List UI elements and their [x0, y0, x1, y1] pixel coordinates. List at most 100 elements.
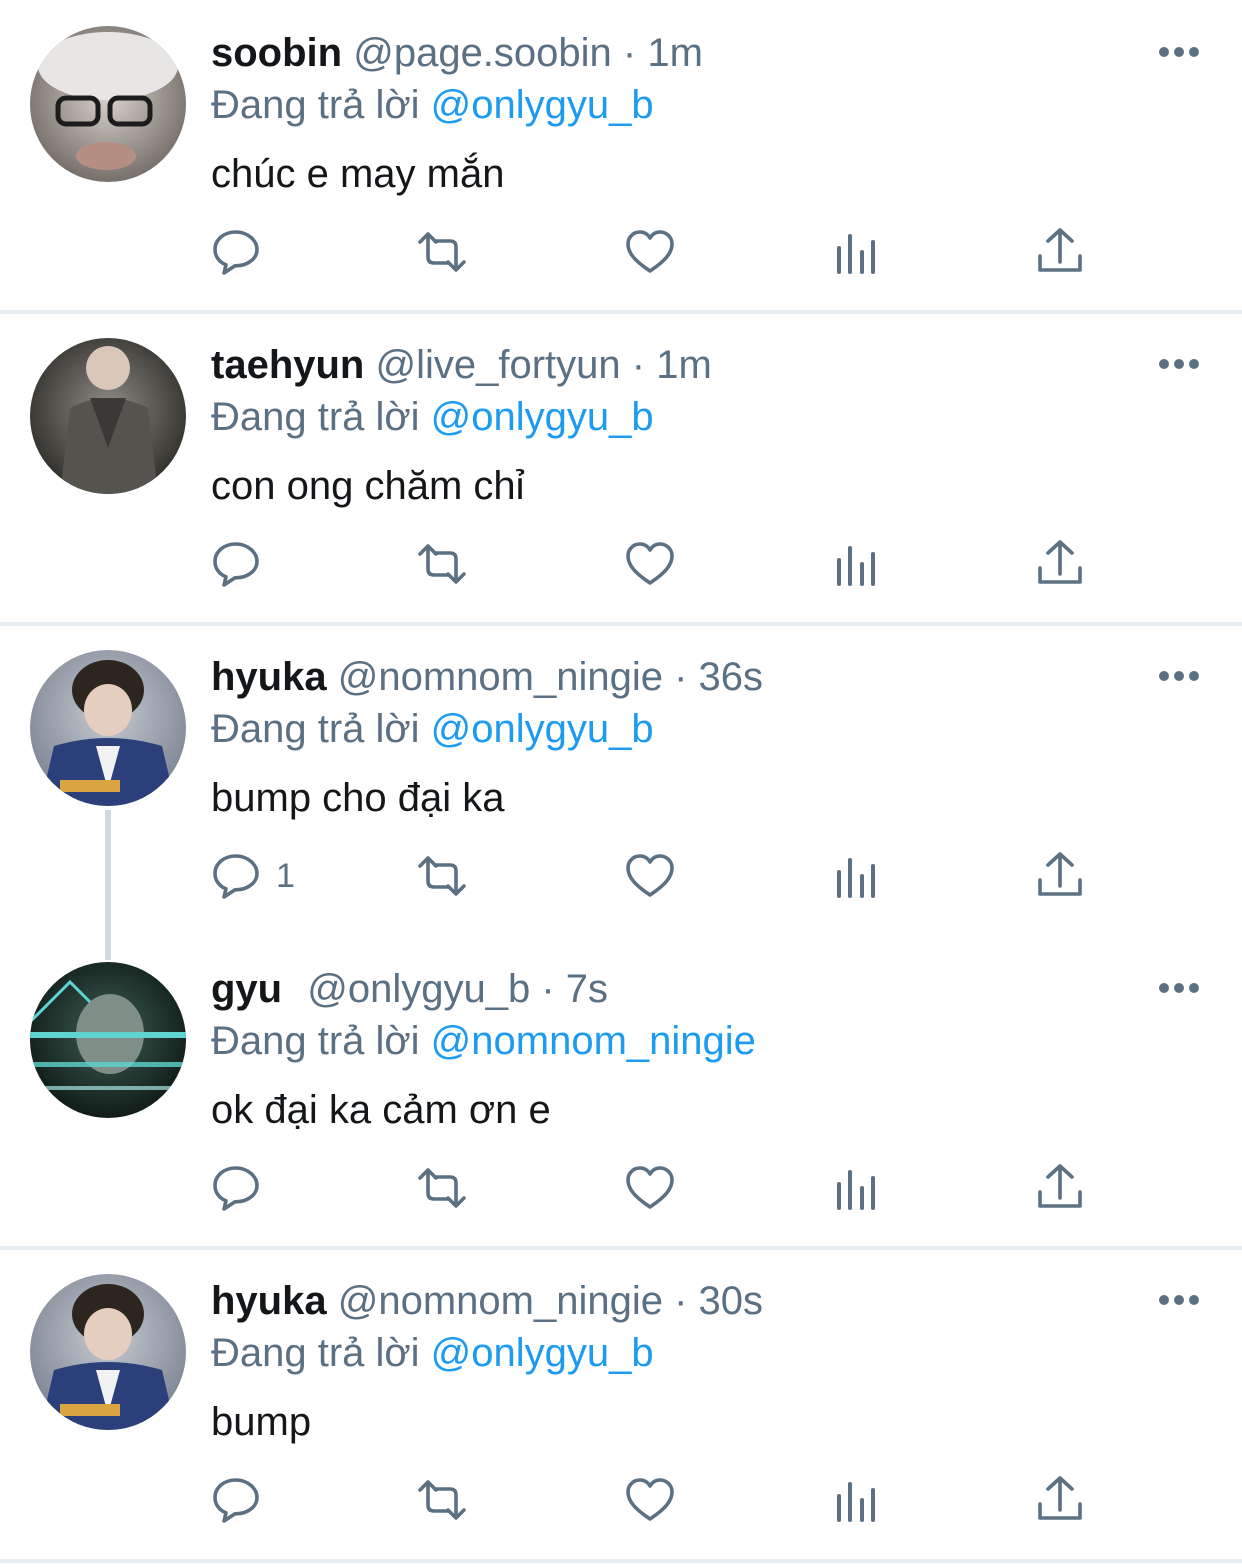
bar-chart-icon: [837, 234, 875, 274]
avatar[interactable]: [30, 962, 186, 1118]
user-handle[interactable]: @live_fortyun: [375, 343, 620, 387]
action-bar: [0, 1460, 1242, 1540]
tweet[interactable]: hyuka @nomnom_ningie · 36s Đang trả lời …: [0, 624, 1242, 936]
avatar[interactable]: [30, 338, 186, 494]
replying-to-line: Đang trả lời @onlygyu_b: [211, 392, 654, 442]
bar-chart-icon: [837, 1170, 875, 1210]
retweet-icon: [418, 232, 466, 272]
user-handle[interactable]: @nomnom_ningie: [338, 1279, 663, 1323]
retweet-icon: [418, 1480, 466, 1520]
display-name[interactable]: hyuka: [211, 655, 327, 699]
replying-to-line: Đang trả lời @onlygyu_b: [211, 704, 654, 754]
share-icon: [1038, 540, 1082, 584]
action-bar: [0, 212, 1242, 292]
display-name[interactable]: taehyun: [211, 343, 364, 387]
divider: [0, 1559, 1242, 1563]
action-bar: [0, 1148, 1242, 1228]
retweet-button[interactable]: [416, 1162, 468, 1214]
reply-button[interactable]: [210, 1474, 276, 1526]
separator: ·: [622, 31, 637, 75]
share-button[interactable]: [1034, 1162, 1086, 1214]
like-button[interactable]: [624, 538, 676, 590]
replying-to-link[interactable]: @onlygyu_b: [431, 83, 654, 127]
display-name[interactable]: gyu: [211, 967, 282, 1011]
more-options-icon[interactable]: [1158, 350, 1200, 378]
user-handle[interactable]: @nomnom_ningie: [338, 655, 663, 699]
retweet-button[interactable]: [416, 1474, 468, 1526]
share-button[interactable]: [1034, 226, 1086, 278]
like-button[interactable]: [624, 1162, 676, 1214]
tweet-text: bump: [211, 1400, 312, 1444]
timestamp[interactable]: 1m: [647, 31, 703, 75]
tweet-header: hyuka @nomnom_ningie · 30s: [211, 1276, 763, 1326]
reply-icon: [213, 1166, 259, 1211]
reply-icon: [213, 542, 259, 587]
timestamp[interactable]: 1m: [656, 343, 712, 387]
user-handle[interactable]: @page.soobin: [353, 31, 612, 75]
timestamp[interactable]: 30s: [699, 1279, 764, 1323]
retweet-icon: [418, 856, 466, 896]
reply-button[interactable]: 1: [210, 850, 295, 902]
share-button[interactable]: [1034, 850, 1086, 902]
bar-chart-icon: [837, 858, 875, 898]
more-options-icon[interactable]: [1158, 662, 1200, 690]
timestamp[interactable]: 7s: [566, 967, 608, 1011]
like-button[interactable]: [624, 226, 676, 278]
tweet-header: hyuka @nomnom_ningie · 36s: [211, 652, 763, 702]
avatar[interactable]: [30, 1274, 186, 1430]
timestamp[interactable]: 36s: [699, 655, 764, 699]
avatar[interactable]: [30, 26, 186, 182]
replying-to-link[interactable]: @onlygyu_b: [431, 1331, 654, 1375]
replying-label: Đang trả lời: [211, 1019, 420, 1063]
views-button[interactable]: [830, 850, 882, 902]
heart-icon: [626, 1166, 674, 1209]
replying-to-line: Đang trả lời @nomnom_ningie: [211, 1016, 756, 1066]
replying-label: Đang trả lời: [211, 395, 420, 439]
views-button[interactable]: [830, 1162, 882, 1214]
reply-button[interactable]: [210, 226, 276, 278]
avatar[interactable]: [30, 650, 186, 806]
views-button[interactable]: [830, 226, 882, 278]
retweet-icon: [418, 544, 466, 584]
replying-to-line: Đang trả lời @onlygyu_b: [211, 1328, 654, 1378]
tweet[interactable]: gyu @onlygyu_b · 7s Đang trả lời @nomnom…: [0, 936, 1242, 1248]
display-name[interactable]: hyuka: [211, 1279, 327, 1323]
share-button[interactable]: [1034, 538, 1086, 590]
separator: ·: [631, 343, 646, 387]
reply-icon: [213, 1478, 259, 1523]
reply-button[interactable]: [210, 1162, 276, 1214]
more-options-icon[interactable]: [1158, 38, 1200, 66]
user-handle[interactable]: @onlygyu_b: [307, 967, 530, 1011]
replying-to-link[interactable]: @onlygyu_b: [431, 395, 654, 439]
replying-to-link[interactable]: @onlygyu_b: [431, 707, 654, 751]
tweet[interactable]: taehyun @live_fortyun · 1m Đang trả lời …: [0, 312, 1242, 624]
separator: ·: [674, 1279, 688, 1323]
retweet-button[interactable]: [416, 538, 468, 590]
heart-icon: [626, 230, 674, 273]
tweet[interactable]: hyuka @nomnom_ningie · 30s Đang trả lời …: [0, 1248, 1242, 1560]
more-options-icon[interactable]: [1158, 974, 1200, 1002]
views-button[interactable]: [830, 1474, 882, 1526]
replying-label: Đang trả lời: [211, 707, 420, 751]
tweet-text: chúc e may mắn: [211, 152, 505, 196]
replying-to-line: Đang trả lời @onlygyu_b: [211, 80, 654, 130]
retweet-button[interactable]: [416, 226, 468, 278]
bar-chart-icon: [837, 1482, 875, 1522]
like-button[interactable]: [624, 1474, 676, 1526]
like-button[interactable]: [624, 850, 676, 902]
reply-icon: [213, 854, 259, 899]
heart-icon: [626, 1478, 674, 1521]
tweet-header: gyu @onlygyu_b · 7s: [211, 964, 608, 1014]
retweet-button[interactable]: [416, 850, 468, 902]
reply-button[interactable]: [210, 538, 276, 590]
tweet[interactable]: soobin @page.soobin · 1m Đang trả lời @o…: [0, 0, 1242, 312]
action-bar: 1: [0, 836, 1242, 916]
replying-to-link[interactable]: @nomnom_ningie: [431, 1019, 756, 1063]
display-name[interactable]: soobin: [211, 31, 342, 75]
share-button[interactable]: [1034, 1474, 1086, 1526]
replying-label: Đang trả lời: [211, 83, 420, 127]
tweet-text: bump cho đại ka: [211, 776, 505, 820]
more-options-icon[interactable]: [1158, 1286, 1200, 1314]
heart-icon: [626, 542, 674, 585]
views-button[interactable]: [830, 538, 882, 590]
